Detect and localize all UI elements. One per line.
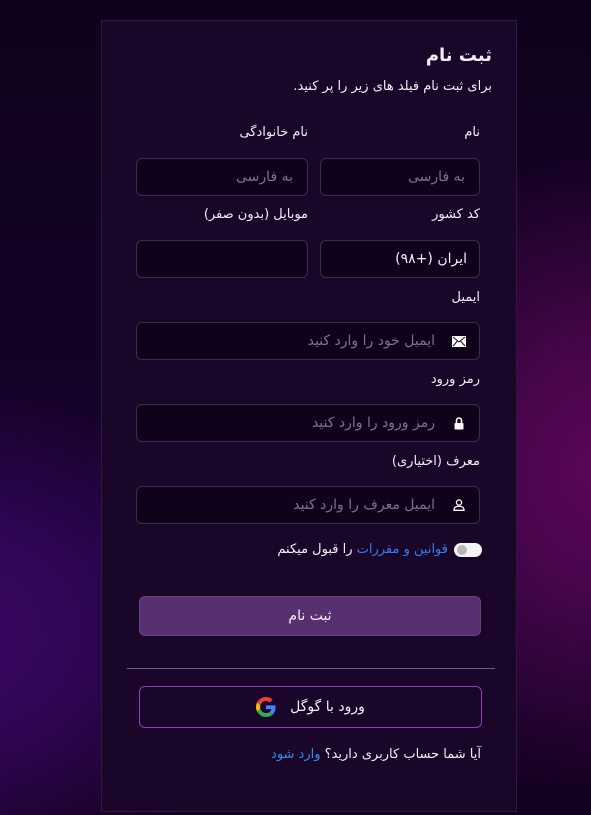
mobile-input[interactable] xyxy=(149,250,295,268)
first-name-input[interactable] xyxy=(333,168,467,186)
country-code-select[interactable]: ایران (+۹۸) xyxy=(320,240,480,278)
mobile-label: موبایل (بدون صفر) xyxy=(203,207,308,222)
first-name-field[interactable] xyxy=(320,158,480,196)
password-label: رمز ورود xyxy=(430,372,480,387)
email-label: ایمیل xyxy=(451,290,480,305)
signup-button[interactable]: ثبت نام xyxy=(139,596,481,636)
first-name-label: نام xyxy=(464,125,480,140)
email-input[interactable] xyxy=(149,332,437,350)
signup-card: ثبت نام برای ثبت نام فیلد های زیر را پر … xyxy=(101,20,517,812)
login-prompt: آیا شما حساب کاربری دارید؟ وارد شود xyxy=(271,747,481,762)
password-input[interactable] xyxy=(149,414,437,432)
terms-row: قوانین و مقررات را قبول میکنم xyxy=(277,542,482,557)
terms-toggle[interactable] xyxy=(454,542,482,557)
page-subtitle: برای ثبت نام فیلد های زیر را پر کنید. xyxy=(293,79,492,94)
login-link[interactable]: وارد شود xyxy=(271,747,321,762)
terms-link[interactable]: قوانین و مقررات xyxy=(357,542,448,557)
terms-suffix: را قبول میکنم xyxy=(277,542,357,557)
mobile-field[interactable] xyxy=(136,240,308,278)
country-code-value: ایران (+۹۸) xyxy=(395,251,467,267)
referrer-label: معرف (اختیاری) xyxy=(391,454,480,469)
google-icon xyxy=(256,697,276,717)
toggle-knob xyxy=(457,544,467,555)
password-field[interactable] xyxy=(136,404,480,442)
referrer-field[interactable] xyxy=(136,486,480,524)
google-login-label: ورود با گوگل xyxy=(290,699,365,715)
divider xyxy=(127,668,495,669)
referrer-input[interactable] xyxy=(149,496,437,514)
last-name-field[interactable] xyxy=(136,158,308,196)
login-question: آیا شما حساب کاربری دارید؟ xyxy=(320,747,481,762)
country-code-label: کد کشور xyxy=(432,207,480,222)
lock-icon xyxy=(451,415,467,431)
user-icon xyxy=(451,497,467,513)
envelope-icon xyxy=(451,333,467,349)
google-login-button[interactable]: ورود با گوگل xyxy=(139,686,482,728)
terms-text: قوانین و مقررات را قبول میکنم xyxy=(277,542,448,557)
page-title: ثبت نام xyxy=(425,45,492,66)
last-name-input[interactable] xyxy=(149,168,295,186)
email-field[interactable] xyxy=(136,322,480,360)
last-name-label: نام خانوادگی xyxy=(239,125,308,140)
